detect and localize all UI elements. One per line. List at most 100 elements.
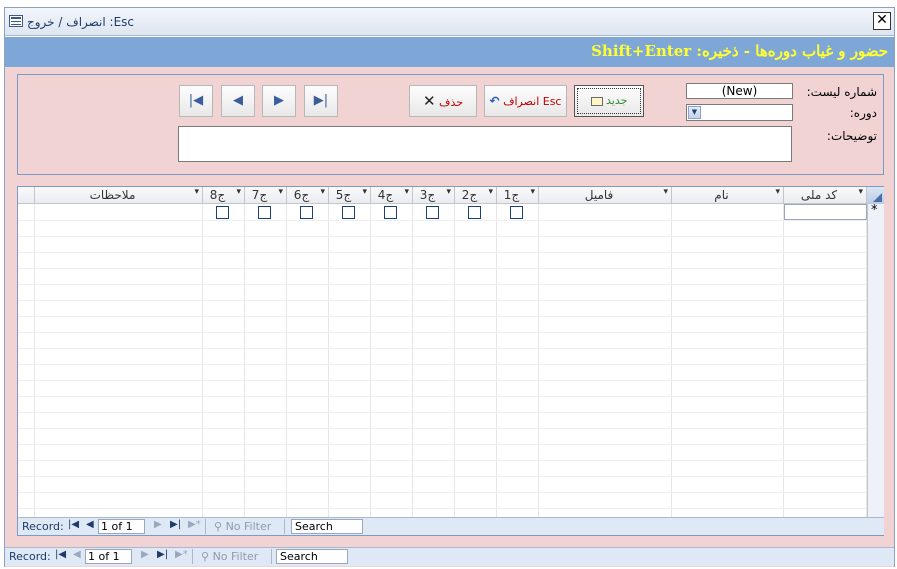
session-7-checkbox[interactable] <box>258 206 271 219</box>
new-button-label: جدید <box>606 94 628 107</box>
divider <box>284 519 285 534</box>
new-record-marker: * <box>871 203 878 218</box>
record-position-field[interactable]: 1 of 1 <box>85 549 132 564</box>
header-last-name[interactable]: فامیل ▾ <box>539 187 672 204</box>
header-session-7[interactable]: ج7 ▾ <box>245 187 287 204</box>
next-record-icon[interactable]: ▶ <box>141 549 149 560</box>
previous-record-button[interactable]: ◀ <box>221 85 255 117</box>
header-session-5[interactable]: ج5 ▾ <box>329 187 371 204</box>
next-record-icon: ▶ <box>274 93 284 108</box>
title-bar: انصراف / خروج :Esc ✕ <box>5 8 894 36</box>
header-label: ج1 <box>503 188 520 202</box>
header-notes[interactable]: ملاحظات ▾ <box>35 187 203 204</box>
row-divider <box>18 380 884 381</box>
header-session-2[interactable]: ج2 ▾ <box>455 187 497 204</box>
header-session-6[interactable]: ج6 ▾ <box>287 187 329 204</box>
search-input[interactable]: Search <box>291 519 363 534</box>
header-session-4[interactable]: ج4 ▾ <box>371 187 413 204</box>
header-panel: شماره لیست: (New) دوره: ▼ توضیحات: جدید … <box>17 74 884 175</box>
record-position-field[interactable]: 1 of 1 <box>98 519 145 534</box>
chevron-down-icon[interactable]: ▾ <box>858 187 863 197</box>
cancel-button-label: انصراف Esc <box>503 95 562 108</box>
row-divider <box>18 492 884 493</box>
last-record-icon[interactable]: ▶| <box>157 549 168 560</box>
first-record-icon[interactable]: |◀ <box>55 549 66 560</box>
form-heading: حضور و غیاب دوره‌ها - ذخیره: Shift+Enter <box>591 42 888 60</box>
chevron-down-icon[interactable]: ▾ <box>488 187 493 197</box>
header-label: ج3 <box>419 188 436 202</box>
first-record-icon: |◀ <box>188 93 204 108</box>
form-window: انصراف / خروج :Esc ✕ حضور و غیاب دوره‌ها… <box>4 7 895 567</box>
chevron-down-icon[interactable]: ▼ <box>688 106 701 119</box>
divider <box>192 549 193 564</box>
session-3-checkbox[interactable] <box>426 206 439 219</box>
subform-record-navigator: Record: |◀ ◀ 1 of 1 ▶ ▶| ▶* ⚲ No Filter … <box>18 517 884 535</box>
new-button[interactable]: جدید <box>574 85 644 117</box>
session-2-checkbox[interactable] <box>468 206 481 219</box>
chevron-down-icon[interactable]: ▾ <box>404 187 409 197</box>
search-input[interactable]: Search <box>276 549 348 564</box>
header-label: ملاحظات <box>89 188 136 202</box>
filter-label: No Filter <box>225 520 272 533</box>
first-record-button[interactable]: |◀ <box>179 85 213 117</box>
next-record-icon[interactable]: ▶ <box>154 519 162 530</box>
session-1-checkbox[interactable] <box>510 206 523 219</box>
cancel-button[interactable]: ↶ انصراف Esc <box>484 85 567 117</box>
select-all-button[interactable] <box>867 187 884 204</box>
course-combobox[interactable]: ▼ <box>686 104 793 121</box>
header-session-1[interactable]: ج1 ▾ <box>497 187 539 204</box>
description-field[interactable] <box>178 126 792 162</box>
filter-status[interactable]: ⚲ No Filter <box>214 520 271 533</box>
record-selector-column[interactable] <box>867 187 884 517</box>
next-record-button[interactable]: ▶ <box>262 85 296 117</box>
chevron-down-icon[interactable]: ▾ <box>362 187 367 197</box>
header-session-8[interactable]: ج8 ▾ <box>203 187 245 204</box>
session-8-checkbox[interactable] <box>216 206 229 219</box>
list-number-label: شماره لیست: <box>806 85 877 99</box>
row-divider <box>18 476 884 477</box>
filter-icon: ⚲ <box>201 550 213 563</box>
description-label: توضیحات: <box>826 129 877 143</box>
previous-record-icon: ◀ <box>233 93 243 108</box>
chevron-down-icon[interactable]: ▾ <box>663 187 668 197</box>
previous-record-icon[interactable]: ◀ <box>86 519 94 530</box>
national-code-input[interactable] <box>784 204 867 220</box>
session-5-checkbox[interactable] <box>342 206 355 219</box>
delete-button[interactable]: ✕ حذف <box>409 85 477 117</box>
header-gutter <box>18 187 35 204</box>
chevron-down-icon[interactable]: ▾ <box>320 187 325 197</box>
session-4-checkbox[interactable] <box>384 206 397 219</box>
undo-icon: ↶ <box>489 94 500 108</box>
form-header: حضور و غیاب دوره‌ها - ذخیره: Shift+Enter <box>5 37 894 67</box>
header-session-3[interactable]: ج3 ▾ <box>413 187 455 204</box>
divider <box>271 549 272 564</box>
list-number-field[interactable]: (New) <box>686 83 793 99</box>
header-label: ج4 <box>377 188 394 202</box>
filter-status[interactable]: ⚲ No Filter <box>201 550 258 563</box>
header-label: ج5 <box>335 188 352 202</box>
chevron-down-icon[interactable]: ▾ <box>278 187 283 197</box>
course-label: دوره: <box>849 106 877 120</box>
session-6-checkbox[interactable] <box>300 206 313 219</box>
row-divider <box>18 428 884 429</box>
header-first-name[interactable]: نام ▾ <box>672 187 784 204</box>
row-divider <box>18 252 884 253</box>
last-record-icon[interactable]: ▶| <box>170 519 181 530</box>
chevron-down-icon[interactable]: ▾ <box>530 187 535 197</box>
chevron-down-icon[interactable]: ▾ <box>236 187 241 197</box>
new-record-nav-icon[interactable]: ▶* <box>188 519 201 530</box>
record-label: Record: <box>22 520 64 533</box>
header-national-code[interactable]: کد ملی ▾ <box>784 187 867 204</box>
chevron-down-icon[interactable]: ▾ <box>446 187 451 197</box>
filter-label: No Filter <box>212 550 259 563</box>
last-record-button[interactable]: ▶| <box>304 85 338 117</box>
first-record-icon[interactable]: |◀ <box>68 519 79 530</box>
header-label: ج6 <box>293 188 310 202</box>
chevron-down-icon[interactable]: ▾ <box>775 187 780 197</box>
new-record-nav-icon[interactable]: ▶* <box>175 549 188 560</box>
previous-record-icon[interactable]: ◀ <box>73 549 81 560</box>
attendance-subform: کد ملی ▾ نام ▾ فامیل ▾ ج1 ▾ ج2 ▾ ج3 ▾ ج4 ▾ ج5 ▾ … <box>17 186 884 536</box>
close-button[interactable]: ✕ <box>873 12 891 30</box>
chevron-down-icon[interactable]: ▾ <box>194 187 199 197</box>
row-divider <box>18 364 884 365</box>
